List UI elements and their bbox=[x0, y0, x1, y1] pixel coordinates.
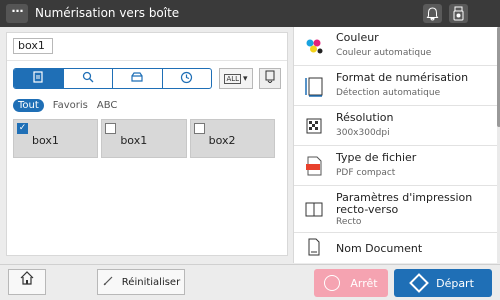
box-number-field[interactable]: box1 bbox=[13, 38, 53, 54]
stop-label: Arrêt bbox=[350, 276, 378, 290]
history-tab[interactable] bbox=[163, 69, 212, 88]
sort-icon bbox=[264, 70, 276, 86]
setting-label: Type de fichier bbox=[336, 151, 417, 164]
box-tile[interactable]: box1 bbox=[101, 119, 187, 158]
setting-duplex[interactable]: Paramètres d'impression recto-verso Rect… bbox=[294, 187, 497, 233]
resolution-icon bbox=[303, 115, 325, 137]
box-tiles: ✓ box1 box1 box2 bbox=[13, 119, 275, 158]
stop-button[interactable]: Arrêt bbox=[314, 269, 388, 297]
stop-icon bbox=[324, 275, 341, 291]
setting-label: Nom Document bbox=[336, 242, 423, 255]
filter-all[interactable]: Tout bbox=[13, 99, 44, 112]
checkbox-checked-icon[interactable]: ✓ bbox=[17, 123, 28, 134]
search-tab[interactable] bbox=[64, 69, 113, 88]
start-label: Départ bbox=[436, 276, 474, 290]
duplex-icon bbox=[303, 199, 325, 221]
box-tile[interactable]: box2 bbox=[189, 119, 275, 158]
filter-chips: Tout Favoris ABC bbox=[13, 98, 117, 113]
home-button[interactable] bbox=[8, 269, 46, 295]
box-selection-panel: box1 ALL ▾ Tout Favoris ABC ✓ box1 box1 … bbox=[6, 32, 288, 256]
clock-icon bbox=[180, 71, 193, 87]
filter-label: ALL bbox=[224, 73, 242, 84]
box-tile-label: box2 bbox=[208, 134, 236, 147]
filter-favorites[interactable]: Favoris bbox=[53, 100, 88, 111]
document-icon bbox=[303, 236, 325, 258]
settings-panel: Couleur Couleur automatique Format de nu… bbox=[293, 27, 500, 263]
scan-format-icon bbox=[303, 75, 325, 97]
search-icon bbox=[82, 71, 94, 86]
filter-abc[interactable]: ABC bbox=[97, 100, 118, 111]
setting-value: 300x300dpi bbox=[336, 128, 390, 138]
setting-label: Paramètres d'impression recto-verso bbox=[336, 191, 473, 216]
reset-label: Réinitialiser bbox=[121, 276, 181, 288]
setting-scan-format[interactable]: Format de numérisation Détection automat… bbox=[294, 67, 497, 106]
setting-resolution[interactable]: Résolution 300x300dpi bbox=[294, 107, 497, 146]
filter-dropdown[interactable]: ALL ▾ bbox=[219, 68, 253, 89]
tray-tab[interactable] bbox=[113, 69, 163, 88]
setting-value: Couleur automatique bbox=[336, 48, 432, 58]
reset-button[interactable]: Réinitialiser bbox=[97, 269, 185, 295]
setting-file-type[interactable]: Type de fichier PDF compact bbox=[294, 147, 497, 186]
setting-color[interactable]: Couleur Couleur automatique bbox=[294, 27, 497, 66]
setting-label: Format de numérisation bbox=[336, 71, 469, 84]
usb-icon[interactable] bbox=[449, 4, 468, 23]
checkbox-icon[interactable] bbox=[105, 123, 117, 134]
home-icon bbox=[19, 271, 35, 290]
bottom-bar: Réinitialiser Arrêt Départ bbox=[0, 264, 500, 300]
start-icon bbox=[409, 273, 429, 293]
reset-icon bbox=[102, 275, 114, 290]
divider bbox=[7, 60, 287, 61]
checkbox-icon[interactable] bbox=[193, 123, 205, 134]
box-list-tab[interactable] bbox=[14, 69, 64, 88]
setting-label: Couleur bbox=[336, 31, 379, 44]
menu-button[interactable]: ⋯ bbox=[6, 4, 28, 23]
box-tile[interactable]: ✓ box1 bbox=[13, 119, 99, 158]
color-icon bbox=[303, 35, 325, 57]
bell-icon[interactable] bbox=[423, 4, 442, 23]
tray-icon bbox=[130, 71, 144, 86]
box-tile-label: box1 bbox=[120, 134, 148, 147]
page-title: Numérisation vers boîte bbox=[35, 6, 180, 20]
box-icon bbox=[31, 70, 45, 87]
setting-value: Recto bbox=[336, 217, 362, 227]
title-bar: ⋯ Numérisation vers boîte bbox=[0, 0, 500, 27]
sort-direction-button[interactable] bbox=[259, 68, 281, 89]
chevron-down-icon: ▾ bbox=[243, 73, 248, 84]
pdf-icon bbox=[303, 155, 325, 177]
setting-value: PDF compact bbox=[336, 168, 396, 178]
setting-document-name[interactable]: Nom Document bbox=[294, 234, 497, 263]
box-view-tabs bbox=[13, 68, 212, 89]
setting-value: Détection automatique bbox=[336, 88, 441, 98]
start-button[interactable]: Départ bbox=[394, 269, 492, 297]
box-tile-label: box1 bbox=[32, 134, 59, 147]
setting-label: Résolution bbox=[336, 111, 394, 124]
